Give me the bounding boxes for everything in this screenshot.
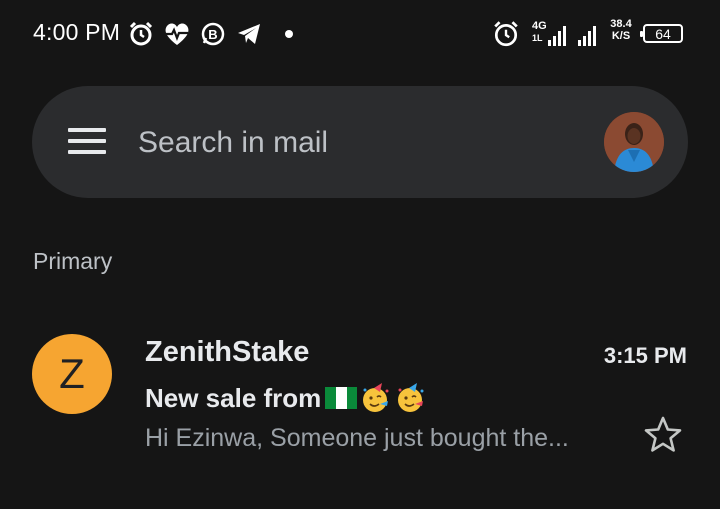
email-subject: New sale from bbox=[145, 382, 427, 414]
b-badge-icon: B bbox=[200, 20, 226, 48]
email-sender: ZenithStake bbox=[145, 336, 310, 368]
alarm-icon bbox=[492, 20, 520, 48]
email-time: 3:15 PM bbox=[603, 343, 687, 368]
search-bar[interactable] bbox=[32, 86, 688, 198]
battery-indicator: 64 bbox=[640, 24, 683, 43]
email-snippet: Hi Ezinwa, Someone just bought the... bbox=[145, 424, 569, 452]
hamburger-menu-icon[interactable] bbox=[68, 128, 106, 156]
partying-face-icon bbox=[398, 383, 424, 412]
gmail-inbox-screen: 4:00 PM B 4G 1L 38.4 K/S 64 Search in ma… bbox=[0, 0, 720, 509]
signal-icon bbox=[548, 22, 568, 50]
alarm-icon bbox=[128, 20, 154, 48]
email-list-item[interactable]: Z ZenithStake 3:15 PM New sale from Hi E… bbox=[0, 322, 720, 472]
partying-face-icon bbox=[363, 383, 389, 412]
battery-level: 64 bbox=[655, 25, 671, 42]
network-speed: 38.4 K/S bbox=[610, 18, 632, 42]
status-bar: 4:00 PM B 4G 1L 38.4 K/S 64 bbox=[0, 0, 720, 70]
account-avatar[interactable] bbox=[604, 112, 664, 172]
email-subject-text: New sale from bbox=[145, 382, 322, 413]
status-time: 4:00 PM bbox=[33, 19, 121, 45]
network-type: 4G 1L bbox=[532, 20, 547, 43]
telegram-icon bbox=[236, 20, 262, 48]
signal-icon bbox=[578, 22, 600, 50]
star-icon[interactable] bbox=[642, 414, 684, 456]
heart-pulse-icon bbox=[163, 20, 191, 48]
notification-dot bbox=[285, 30, 293, 38]
nigeria-flag-icon bbox=[325, 387, 358, 409]
sender-avatar[interactable]: Z bbox=[32, 334, 112, 414]
section-label-primary: Primary bbox=[33, 248, 113, 274]
search-input[interactable] bbox=[136, 118, 580, 168]
svg-text:B: B bbox=[208, 27, 217, 42]
